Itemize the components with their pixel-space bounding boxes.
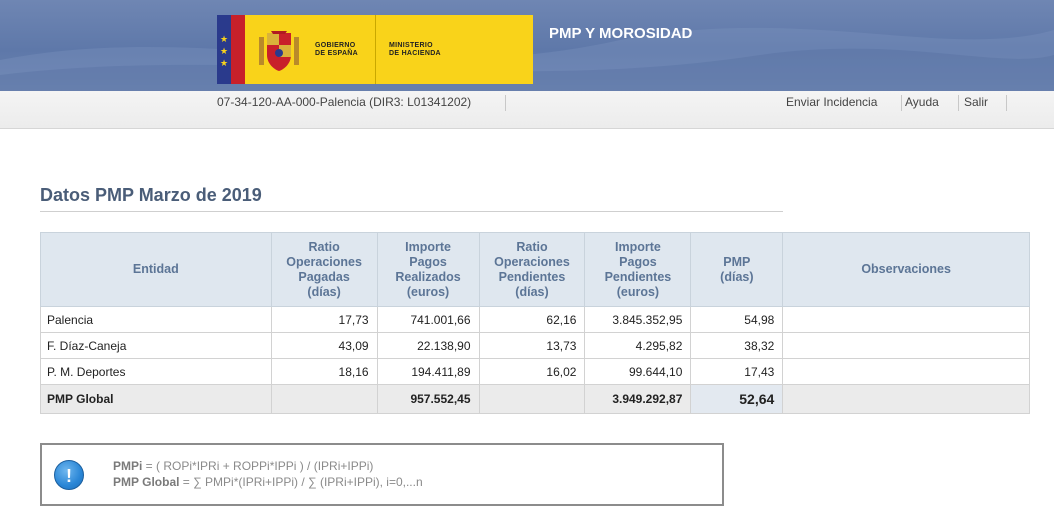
spain-flag-stripe [231,15,245,84]
cell-ratio-pendientes: 13,73 [478,332,586,359]
nav-divider [1006,95,1007,111]
table-row: Palencia 17,73 741.001,66 62,16 3.845.35… [40,306,1030,333]
entity-divider [505,95,506,111]
cell-ratio-pagadas: 17,73 [270,306,378,333]
cell-global-ratio-pagadas [270,384,378,414]
cell-global-importe-realizados: 957.552,45 [376,384,480,414]
col-header-ratio-pagadas: Ratio Operaciones Pagadas (días) [270,232,378,307]
info-icon: ! [54,460,84,490]
entity-code: 07-34-120-AA-000-Palencia (DIR3: L013412… [217,95,472,109]
formula-pmpi-text: = ( ROPi*IPRi + ROPPi*IPPi ) / (IPRi+IPP… [142,459,374,473]
cell-pmp: 54,98 [690,306,784,333]
cell-pmp: 38,32 [690,332,784,359]
cell-observaciones [782,332,1030,359]
cell-ratio-pagadas: 18,16 [270,358,378,385]
cell-entidad: Palencia [40,306,272,333]
cell-importe-realizados: 22.138,90 [376,332,480,359]
nav-divider [901,95,902,111]
enviar-incidencia-link[interactable]: Enviar Incidencia [786,95,877,109]
salir-link[interactable]: Salir [964,95,988,109]
ayuda-link[interactable]: Ayuda [905,95,939,109]
formula-pmp-global: PMP Global = ∑ PMPi*(IPRi+IPPi) / ∑ (IPR… [113,475,423,489]
table-row: F. Díaz-Caneja 43,09 22.138,90 13,73 4.2… [40,332,1030,359]
cell-global-label: PMP Global [40,384,272,414]
entity-bar: 07-34-120-AA-000-Palencia (DIR3: L013412… [0,91,1054,129]
cell-entidad: P. M. Deportes [40,358,272,385]
table-header-row: Entidad Ratio Operaciones Pagadas (días) Im… [40,232,1030,307]
cell-importe-realizados: 194.411,89 [376,358,480,385]
cell-importe-pendientes: 99.644,10 [584,358,692,385]
coat-of-arms-icon [259,31,299,71]
header-band: ★ ★ ★ GOBIERNO DE ESPAÑA MINISTERIO DE HAC… [0,0,1054,91]
cell-global-pmp: 52,64 [690,384,784,414]
cell-ratio-pendientes: 16,02 [478,358,586,385]
col-header-ratio-pendientes: Ratio Operaciones Pendientes (días) [478,232,586,307]
table-row: P. M. Deportes 18,16 194.411,89 16,02 99… [40,358,1030,385]
eu-stars-icon: ★ ★ ★ [219,34,229,68]
cell-global-importe-pendientes: 3.949.292,87 [584,384,692,414]
gobierno-espana-logo: ★ ★ ★ GOBIERNO DE ESPAÑA MINISTERIO DE HAC… [217,15,533,84]
gobierno-text: GOBIERNO DE ESPAÑA [315,42,359,57]
global-row: PMP Global 957.552,45 3.949.292,87 52,64 [40,384,1030,414]
col-header-observaciones: Observaciones [782,232,1030,307]
ministerio-text: MINISTERIO DE HACIENDA [389,42,441,57]
cell-importe-pendientes: 4.295,82 [584,332,692,359]
cell-pmp: 17,43 [690,358,784,385]
pmp-table: Entidad Ratio Operaciones Pagadas (días) Im… [40,232,1030,414]
formula-pmpi: PMPi = ( ROPi*IPRi + ROPPi*IPPi ) / (IPR… [113,459,373,473]
cell-entidad: F. Díaz-Caneja [40,332,272,359]
col-header-entidad: Entidad [40,232,272,307]
formula-pmpi-label: PMPi [113,459,143,473]
col-header-importe-pendientes: Importe Pagos Pendientes (euros) [584,232,692,307]
nav-divider [958,95,959,111]
cell-importe-realizados: 741.001,66 [376,306,480,333]
page-title: Datos PMP Marzo de 2019 [40,185,262,205]
cell-ratio-pendientes: 62,16 [478,306,586,333]
cell-global-observaciones [782,384,1030,414]
cell-observaciones [782,306,1030,333]
formula-box: ! PMPi = ( ROPi*IPRi + ROPPi*IPPi ) / (I… [40,443,724,506]
cell-importe-pendientes: 3.845.352,95 [584,306,692,333]
col-header-importe-realizados: Importe Pagos Realizados (euros) [376,232,480,307]
title-divider [40,211,783,212]
app-title: PMP Y MOROSIDAD [549,25,693,42]
col-header-pmp: PMP (días) [690,232,784,307]
cell-global-ratio-pendientes [478,384,586,414]
formula-pmp-global-text: = ∑ PMPi*(IPRi+IPPi) / ∑ (IPRi+IPPi), i=… [179,475,423,489]
formula-pmp-global-label: PMP Global [113,475,180,489]
logo-divider [375,15,376,84]
cell-ratio-pagadas: 43,09 [270,332,378,359]
cell-observaciones [782,358,1030,385]
